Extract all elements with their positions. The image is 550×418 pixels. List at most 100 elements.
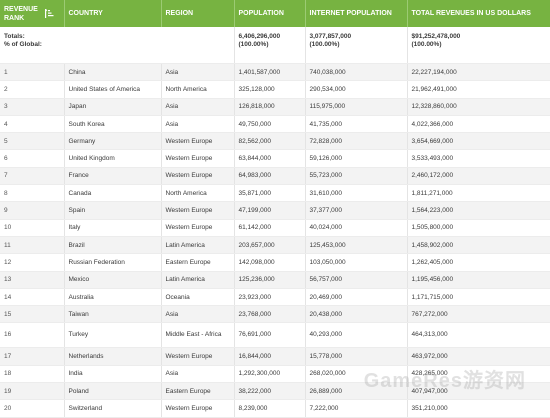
totals-label: Totals: — [4, 33, 230, 41]
rank-cell: 8 — [0, 185, 64, 202]
revenue-cell: 12,328,860,000 — [407, 98, 550, 115]
internet-population-cell: 40,024,000 — [305, 219, 407, 236]
header-revenue-rank-label: Revenue Rank — [4, 5, 38, 23]
region-cell: Eastern Europe — [161, 254, 234, 271]
internet-population-cell: 56,757,000 — [305, 271, 407, 288]
table-row: 16TurkeyMiddle East - Africa76,691,00040… — [0, 323, 550, 348]
country-cell: India — [64, 365, 161, 382]
header-revenue-rank[interactable]: Revenue Rank — [0, 0, 64, 27]
population-cell: 23,768,000 — [234, 306, 305, 323]
revenue-cell: 1,171,715,000 — [407, 288, 550, 305]
revenue-cell: 351,210,000 — [407, 400, 550, 417]
table-row: 5GermanyWestern Europe82,562,00072,828,0… — [0, 133, 550, 150]
rank-cell: 10 — [0, 219, 64, 236]
region-cell: Western Europe — [161, 202, 234, 219]
header-internet-population[interactable]: Internet Population — [305, 0, 407, 27]
totals-revenue: $91,252,478,000 — [412, 33, 547, 41]
revenue-cell: 428,265,000 — [407, 365, 550, 382]
table-row: 18IndiaAsia1,292,300,000268,020,000428,2… — [0, 365, 550, 382]
internet-population-cell: 40,293,000 — [305, 323, 407, 348]
table-row: 19PolandEastern Europe38,222,00026,889,0… — [0, 383, 550, 400]
table-row: 10ItalyWestern Europe61,142,00040,024,00… — [0, 219, 550, 236]
totals-revenue-pct: (100.00%) — [412, 41, 547, 49]
table-row: 6United KingdomWestern Europe63,844,0005… — [0, 150, 550, 167]
population-cell: 61,142,000 — [234, 219, 305, 236]
population-cell: 8,239,000 — [234, 400, 305, 417]
table-row: 13MexicoLatin America125,236,00056,757,0… — [0, 271, 550, 288]
region-cell: Middle East - Africa — [161, 323, 234, 348]
region-cell: Asia — [161, 365, 234, 382]
country-cell: Spain — [64, 202, 161, 219]
rank-cell: 3 — [0, 98, 64, 115]
revenue-cell: 1,458,902,000 — [407, 236, 550, 253]
region-cell: Western Europe — [161, 133, 234, 150]
population-cell: 16,844,000 — [234, 348, 305, 365]
rank-cell: 7 — [0, 167, 64, 184]
rank-cell: 1 — [0, 64, 64, 81]
header-total-revenues[interactable]: Total Revenues in US Dollars — [407, 0, 550, 27]
country-cell: South Korea — [64, 115, 161, 132]
country-cell: Turkey — [64, 323, 161, 348]
internet-population-cell: 20,469,000 — [305, 288, 407, 305]
rank-cell: 20 — [0, 400, 64, 417]
region-cell: Oceania — [161, 288, 234, 305]
population-cell: 126,818,000 — [234, 98, 305, 115]
population-cell: 203,657,000 — [234, 236, 305, 253]
region-cell: Asia — [161, 306, 234, 323]
internet-population-cell: 26,889,000 — [305, 383, 407, 400]
revenue-cell: 4,022,366,000 — [407, 115, 550, 132]
population-cell: 64,983,000 — [234, 167, 305, 184]
rank-cell: 18 — [0, 365, 64, 382]
region-cell: Latin America — [161, 271, 234, 288]
rank-cell: 15 — [0, 306, 64, 323]
table-row: 2United States of AmericaNorth America32… — [0, 81, 550, 98]
country-cell: Switzerland — [64, 400, 161, 417]
rank-cell: 9 — [0, 202, 64, 219]
rank-cell: 4 — [0, 115, 64, 132]
revenue-cell: 1,505,800,000 — [407, 219, 550, 236]
internet-population-cell: 15,778,000 — [305, 348, 407, 365]
country-cell: Australia — [64, 288, 161, 305]
table-body: Totals: % of Global: 6,406,296,000 (100.… — [0, 27, 550, 417]
population-cell: 142,098,000 — [234, 254, 305, 271]
region-cell: Western Europe — [161, 219, 234, 236]
table-row: 20SwitzerlandWestern Europe8,239,0007,22… — [0, 400, 550, 417]
revenue-cell: 463,972,000 — [407, 348, 550, 365]
rank-cell: 2 — [0, 81, 64, 98]
region-cell: Latin America — [161, 236, 234, 253]
internet-population-cell: 7,222,000 — [305, 400, 407, 417]
header-region[interactable]: Region — [161, 0, 234, 27]
sort-ascending-icon[interactable] — [45, 9, 54, 21]
population-cell: 76,691,000 — [234, 323, 305, 348]
country-cell: Taiwan — [64, 306, 161, 323]
country-cell: Russian Federation — [64, 254, 161, 271]
internet-population-cell: 115,975,000 — [305, 98, 407, 115]
population-cell: 49,750,000 — [234, 115, 305, 132]
region-cell: Western Europe — [161, 348, 234, 365]
country-cell: Italy — [64, 219, 161, 236]
population-cell: 325,128,000 — [234, 81, 305, 98]
table-row: 1ChinaAsia1,401,587,000740,038,00022,227… — [0, 64, 550, 81]
region-cell: North America — [161, 185, 234, 202]
table-row: 7FranceWestern Europe64,983,00055,723,00… — [0, 167, 550, 184]
table-row: 8CanadaNorth America35,871,00031,610,000… — [0, 185, 550, 202]
region-cell: Western Europe — [161, 167, 234, 184]
region-cell: Western Europe — [161, 400, 234, 417]
revenue-cell: 464,313,000 — [407, 323, 550, 348]
header-population[interactable]: Population — [234, 0, 305, 27]
population-cell: 38,222,000 — [234, 383, 305, 400]
internet-population-cell: 20,438,000 — [305, 306, 407, 323]
internet-population-cell: 72,828,000 — [305, 133, 407, 150]
country-cell: Canada — [64, 185, 161, 202]
header-country[interactable]: Country — [64, 0, 161, 27]
revenue-cell: 1,262,405,000 — [407, 254, 550, 271]
country-cell: Germany — [64, 133, 161, 150]
totals-population: 6,406,296,000 — [239, 33, 301, 41]
region-cell: North America — [161, 81, 234, 98]
totals-internet: 3,077,857,000 — [310, 33, 403, 41]
internet-population-cell: 31,610,000 — [305, 185, 407, 202]
table-row: 14AustraliaOceania23,923,00020,469,0001,… — [0, 288, 550, 305]
revenue-cell: 21,962,491,000 — [407, 81, 550, 98]
totals-internet-cell: 3,077,857,000 (100.00%) — [305, 27, 407, 64]
country-cell: Japan — [64, 98, 161, 115]
